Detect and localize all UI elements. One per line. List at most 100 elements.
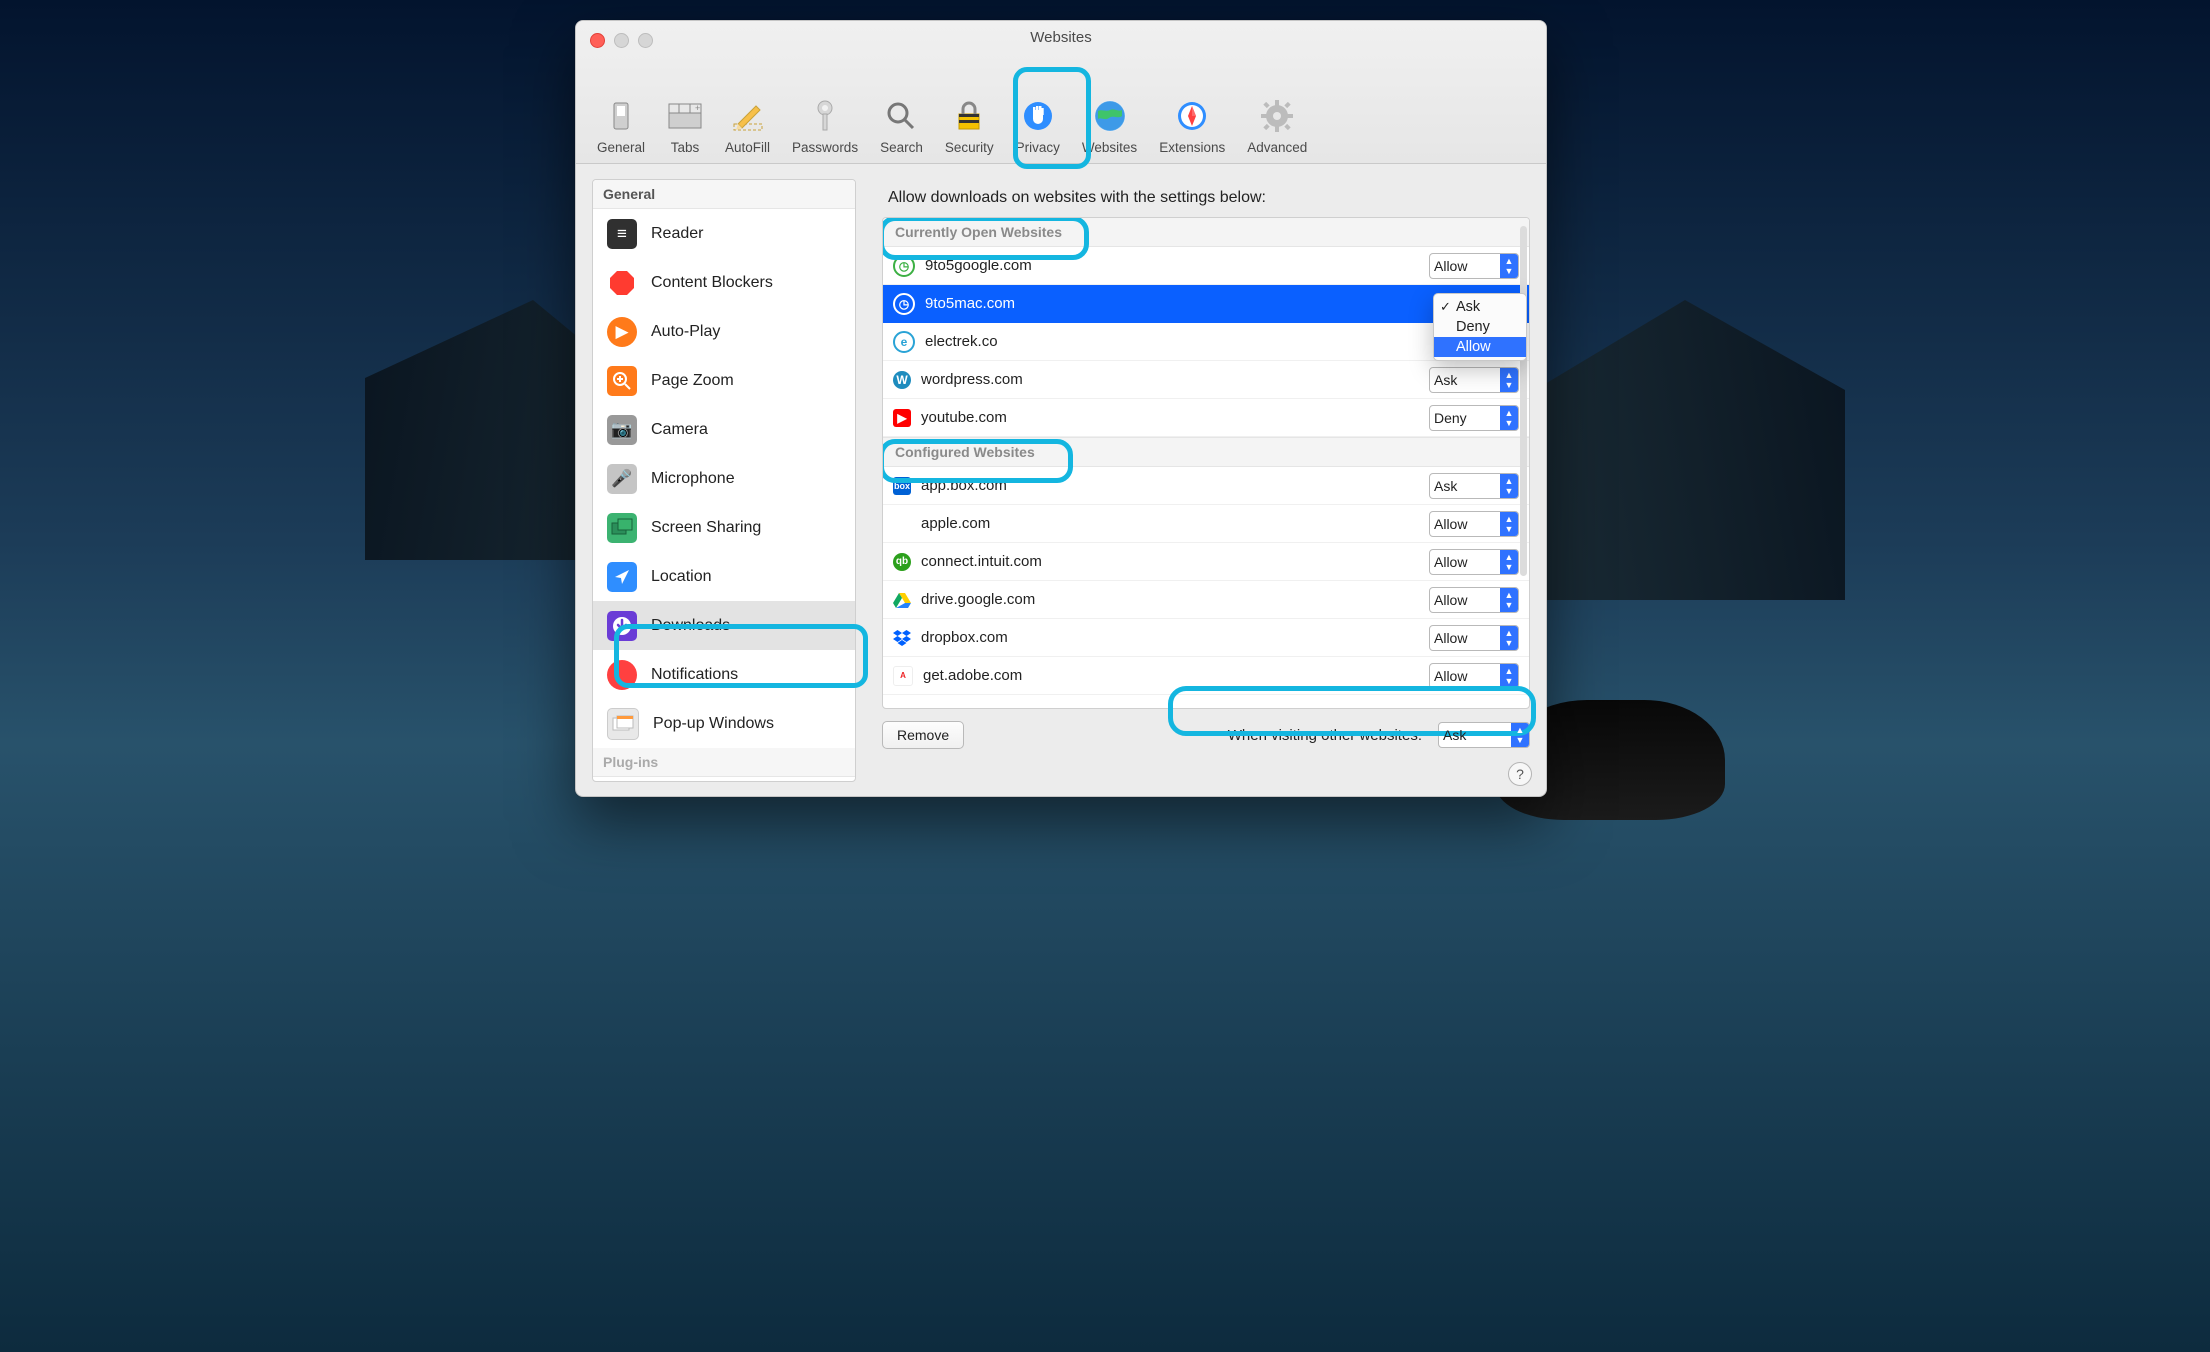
popup-option-allow[interactable]: Allow — [1434, 337, 1526, 357]
sidebar-item-reader[interactable]: ≡Reader — [593, 209, 855, 258]
toolbar-general[interactable]: General — [586, 98, 656, 159]
toolbar-label: Extensions — [1159, 140, 1225, 155]
window-title: Websites — [576, 29, 1546, 46]
site-favicon: e — [893, 331, 915, 353]
site-row-dropbox[interactable]: dropbox.com Allow▲▼ — [883, 619, 1529, 657]
toolbar-search[interactable]: Search — [869, 98, 934, 159]
globe-icon — [1092, 98, 1128, 134]
site-favicon — [893, 629, 911, 647]
websites-list: Currently Open Websites ◷ 9to5google.com… — [882, 217, 1530, 709]
popup-option-deny[interactable]: Deny — [1434, 317, 1526, 337]
remove-button[interactable]: Remove — [882, 721, 964, 749]
site-row-adobe[interactable]: A get.adobe.com Allow▲▼ — [883, 657, 1529, 695]
sidebar-item-label: Auto-Play — [651, 323, 720, 341]
permission-select[interactable]: Allow▲▼ — [1429, 587, 1519, 613]
permission-select[interactable]: Allow▲▼ — [1429, 663, 1519, 689]
sidebar-item-downloads[interactable]: Downloads — [593, 601, 855, 650]
main-heading: Allow downloads on websites with the set… — [888, 189, 1530, 207]
group-header-open: Currently Open Websites — [883, 218, 1529, 247]
site-name: drive.google.com — [921, 591, 1419, 608]
site-name: app.box.com — [921, 477, 1419, 494]
switch-icon — [603, 98, 639, 134]
pencil-icon — [730, 98, 766, 134]
toolbar-extensions[interactable]: Extensions — [1148, 98, 1236, 159]
screens-icon — [607, 513, 637, 543]
permission-select[interactable]: Allow▲▼ — [1429, 511, 1519, 537]
toolbar-label: Search — [880, 140, 923, 155]
site-name: get.adobe.com — [923, 667, 1419, 684]
list-scroll[interactable]: Currently Open Websites ◷ 9to5google.com… — [883, 218, 1529, 708]
sidebar-item-screen-sharing[interactable]: Screen Sharing — [593, 503, 855, 552]
toolbar-tabs[interactable]: + Tabs — [656, 98, 714, 159]
hand-icon — [1020, 98, 1056, 134]
compass-icon — [1174, 98, 1210, 134]
sidebar-item-label: Pop-up Windows — [653, 715, 774, 733]
other-websites-select[interactable]: Ask▲▼ — [1438, 722, 1530, 748]
tabs-icon: + — [667, 98, 703, 134]
toolbar-passwords[interactable]: Passwords — [781, 98, 869, 159]
toolbar-label: AutoFill — [725, 140, 770, 155]
toolbar-privacy[interactable]: Privacy — [1005, 98, 1071, 159]
site-row-box[interactable]: box app.box.com Ask▲▼ — [883, 467, 1529, 505]
help-button[interactable]: ? — [1508, 762, 1532, 786]
toolbar-security[interactable]: Security — [934, 98, 1005, 159]
site-favicon: W — [893, 371, 911, 389]
toolbar-label: General — [597, 140, 645, 155]
toolbar-autofill[interactable]: AutoFill — [714, 98, 781, 159]
toolbar-label: Passwords — [792, 140, 858, 155]
sidebar-item-label: Page Zoom — [651, 372, 734, 390]
popup-option-ask[interactable]: Ask — [1434, 297, 1526, 317]
sidebar-item-notifications[interactable]: Notifications — [593, 650, 855, 699]
sidebar-item-content-blockers[interactable]: Content Blockers — [593, 258, 855, 307]
site-name: youtube.com — [921, 409, 1419, 426]
site-name: apple.com — [921, 515, 1419, 532]
sidebar-item-camera[interactable]: 📷Camera — [593, 405, 855, 454]
sidebar-item-microphone[interactable]: 🎤Microphone — [593, 454, 855, 503]
sidebar-item-label: Downloads — [651, 617, 730, 635]
permission-select[interactable]: Ask▲▼ — [1429, 367, 1519, 393]
site-name: 9to5mac.com — [925, 295, 1519, 312]
play-icon: ▶ — [607, 317, 637, 347]
sidebar-item-label: Microphone — [651, 470, 735, 488]
sidebar-item-label: Location — [651, 568, 712, 586]
sidebar-section-plugins: Plug-ins — [593, 748, 855, 777]
content-area: General ≡Reader Content Blockers ▶ Auto-P… — [592, 179, 1530, 782]
preferences-toolbar: General + Tabs AutoFill Passwords Search — [586, 67, 1536, 159]
sidebar-section-general: General — [593, 180, 855, 209]
permission-select[interactable]: Deny▲▼ — [1429, 405, 1519, 431]
svg-text:+: + — [695, 103, 700, 113]
permission-select[interactable]: Allow▲▼ — [1429, 625, 1519, 651]
sidebar-item-label: Screen Sharing — [651, 519, 761, 537]
permission-select[interactable]: Ask▲▼ — [1429, 473, 1519, 499]
gear-icon — [1259, 98, 1295, 134]
location-icon — [607, 562, 637, 592]
toolbar-label: Tabs — [671, 140, 700, 155]
toolbar-advanced[interactable]: Advanced — [1236, 98, 1318, 159]
sidebar-item-location[interactable]: Location — [593, 552, 855, 601]
site-row-wordpress[interactable]: W wordpress.com Ask▲▼ — [883, 361, 1529, 399]
toolbar-websites[interactable]: Websites — [1071, 98, 1148, 159]
key-icon — [807, 98, 843, 134]
other-websites-label: When visiting other websites: — [1228, 727, 1422, 744]
permission-select[interactable]: Allow▲▼ — [1429, 549, 1519, 575]
sidebar-item-popup-windows[interactable]: Pop-up Windows — [593, 699, 855, 748]
windows-icon — [607, 708, 639, 740]
site-name: wordpress.com — [921, 371, 1419, 388]
zoom-icon — [607, 366, 637, 396]
preferences-window: Websites General + Tabs AutoFill Passwor… — [575, 20, 1547, 797]
site-name: connect.intuit.com — [921, 553, 1419, 570]
sidebar-item-label: Notifications — [651, 666, 738, 684]
toolbar-label: Advanced — [1247, 140, 1307, 155]
stop-icon — [607, 268, 637, 298]
site-row-apple[interactable]: apple.com Allow▲▼ — [883, 505, 1529, 543]
sidebar-item-page-zoom[interactable]: Page Zoom — [593, 356, 855, 405]
sidebar-item-autoplay[interactable]: ▶ Auto-Play — [593, 307, 855, 356]
scrollbar[interactable] — [1520, 226, 1527, 576]
permission-select[interactable]: Allow▲▼ — [1429, 253, 1519, 279]
site-row-drive[interactable]: drive.google.com Allow▲▼ — [883, 581, 1529, 619]
site-row-youtube[interactable]: ▶ youtube.com Deny▲▼ — [883, 399, 1529, 437]
site-row-intuit[interactable]: qb connect.intuit.com Allow▲▼ — [883, 543, 1529, 581]
titlebar: Websites General + Tabs AutoFill Passwor… — [576, 21, 1546, 164]
site-name: dropbox.com — [921, 629, 1419, 646]
site-row-9to5google[interactable]: ◷ 9to5google.com Allow▲▼ — [883, 247, 1529, 285]
